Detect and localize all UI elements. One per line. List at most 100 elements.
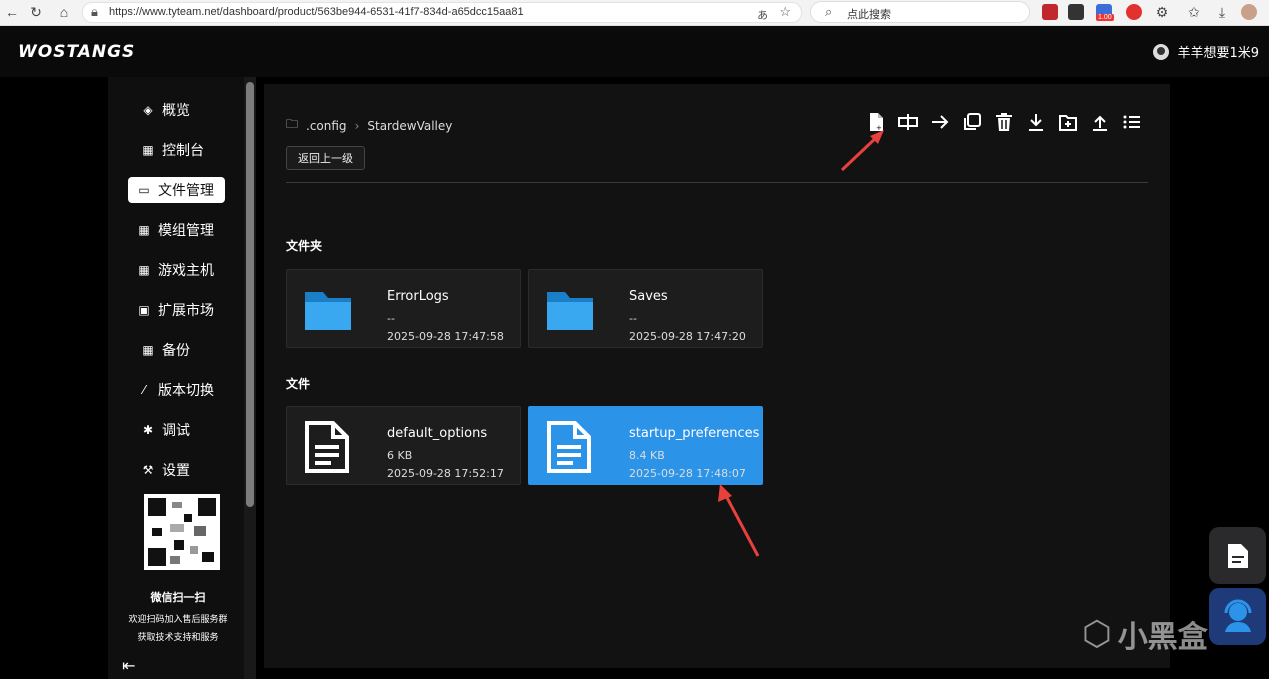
breadcrumb-item[interactable]: .config bbox=[306, 119, 347, 133]
sidebar-item-backup[interactable]: ▦ 备份 bbox=[128, 337, 225, 363]
file-card-startup-preferences[interactable]: startup_preferences 8.4 KB 2025-09-28 17… bbox=[528, 406, 763, 485]
folder-date: 2025-09-28 17:47:58 bbox=[387, 330, 504, 343]
list-view-icon[interactable] bbox=[1122, 112, 1142, 132]
svg-text:+: + bbox=[876, 124, 882, 132]
home-icon[interactable]: ⌂ bbox=[56, 4, 72, 20]
floating-support-button[interactable] bbox=[1209, 588, 1266, 645]
document-icon bbox=[547, 421, 597, 473]
sidebar-item-files[interactable]: ▭ 文件管理 bbox=[128, 177, 225, 203]
search-placeholder: 点此搜索 bbox=[847, 9, 891, 21]
wechat-qr-code bbox=[144, 494, 220, 570]
address-bar[interactable]: 🔒︎ https://www.tyteam.net/dashboard/prod… bbox=[82, 2, 802, 23]
file-size: 8.4 KB bbox=[629, 449, 665, 462]
translate-icon[interactable]: ぁ bbox=[756, 4, 769, 23]
download-icon[interactable] bbox=[1026, 112, 1046, 132]
url-text: https://www.tyteam.net/dashboard/product… bbox=[109, 6, 524, 18]
sidebar-item-label: 控制台 bbox=[162, 143, 204, 159]
extension-face-icon[interactable] bbox=[1068, 4, 1084, 20]
upload-icon[interactable] bbox=[1090, 112, 1110, 132]
copy-icon[interactable] bbox=[962, 112, 982, 132]
back-arrow-icon[interactable]: ← bbox=[4, 4, 20, 20]
sidebar-item-settings[interactable]: ⚒ 设置 bbox=[128, 457, 225, 483]
sidebar-item-label: 概览 bbox=[162, 103, 190, 119]
chevron-right-icon: › bbox=[354, 118, 360, 133]
folder-outline-icon: 🗀︎ bbox=[286, 117, 299, 131]
refresh-icon[interactable]: ↻ bbox=[28, 4, 44, 20]
file-manager-panel bbox=[264, 84, 1170, 668]
wrench-icon: ⚒ bbox=[142, 463, 154, 477]
document-icon bbox=[1228, 544, 1248, 568]
breadcrumb: 🗀︎ .config › StardewValley bbox=[286, 115, 452, 136]
favorites-icon[interactable]: ✩ bbox=[1186, 4, 1202, 20]
sidebar-item-label: 文件管理 bbox=[158, 183, 214, 199]
qr-caption-line1: 欢迎扫码加入售后服务群 bbox=[128, 615, 228, 625]
new-folder-icon[interactable] bbox=[1058, 112, 1078, 132]
heybox-logo-icon: ⬡ bbox=[1082, 614, 1112, 654]
file-name: default_options bbox=[387, 426, 488, 441]
sidebar-item-overview[interactable]: ◈ 概览 bbox=[128, 97, 225, 123]
qr-caption-line2: 获取技术支持和服务 bbox=[137, 633, 219, 643]
delete-icon[interactable] bbox=[994, 112, 1014, 132]
lock-icon: 🔒︎ bbox=[91, 4, 98, 19]
sidebar-item-label: 扩展市场 bbox=[158, 303, 214, 319]
bug-icon: ✱ bbox=[142, 423, 154, 437]
folder-name: ErrorLogs bbox=[387, 289, 449, 304]
folder-date: 2025-09-28 17:47:20 bbox=[629, 330, 746, 343]
rename-icon[interactable] bbox=[898, 112, 918, 132]
sidebar-item-debug[interactable]: ✱ 调试 bbox=[128, 417, 225, 443]
grid-icon: ▦ bbox=[142, 143, 154, 157]
folder-icon: ▭ bbox=[138, 183, 150, 197]
file-date: 2025-09-28 17:52:17 bbox=[387, 467, 504, 480]
extension-red-icon[interactable] bbox=[1042, 4, 1058, 20]
folder-card-errorlogs[interactable]: ErrorLogs -- 2025-09-28 17:47:58 bbox=[286, 269, 521, 348]
folder-icon bbox=[303, 286, 353, 332]
username: 羊羊想要1米9 bbox=[1177, 46, 1259, 61]
user-menu[interactable]: 羊羊想要1米9 bbox=[1153, 42, 1259, 61]
browser-search-box[interactable]: ⌕ 点此搜索 bbox=[810, 1, 1030, 23]
bookmark-star-icon[interactable]: ☆ bbox=[779, 4, 791, 20]
sidebar-item-version[interactable]: ⁄ 版本切换 bbox=[128, 377, 225, 403]
browser-toolbar: ← ↻ ⌂ 🔒︎ https://www.tyteam.net/dashboar… bbox=[0, 0, 1269, 26]
file-name: startup_preferences bbox=[629, 426, 760, 441]
folder-card-saves[interactable]: Saves -- 2025-09-28 17:47:20 bbox=[528, 269, 763, 348]
document-icon bbox=[305, 421, 355, 473]
file-card-default-options[interactable]: default_options 6 KB 2025-09-28 17:52:17 bbox=[286, 406, 521, 485]
divider bbox=[286, 182, 1148, 183]
collapse-sidebar-icon[interactable]: ⇤ bbox=[122, 656, 135, 675]
sidebar-item-mods[interactable]: ▦ 模组管理 bbox=[128, 217, 225, 243]
grid-icon: ▦ bbox=[138, 263, 150, 277]
user-avatar-icon bbox=[1153, 43, 1170, 60]
grid-icon: ▦ bbox=[142, 343, 154, 357]
sidebar-item-market[interactable]: ▣ 扩展市场 bbox=[128, 297, 225, 323]
back-up-button[interactable]: 返回上一级 bbox=[286, 146, 365, 170]
sidebar-item-console[interactable]: ▦ 控制台 bbox=[128, 137, 225, 163]
site-logo[interactable]: WOSTANGS bbox=[18, 42, 135, 62]
folder-size: -- bbox=[629, 312, 637, 325]
extensions-puzzle-icon[interactable]: ⚙ bbox=[1154, 4, 1170, 20]
sidebar-item-label: 调试 bbox=[162, 423, 190, 439]
file-size: 6 KB bbox=[387, 449, 413, 462]
watermark: ⬡ 小黑盒 bbox=[1082, 612, 1208, 656]
files-heading: 文件 bbox=[286, 377, 311, 391]
download-manager-icon[interactable]: ⤓ bbox=[1214, 4, 1230, 20]
folder-name: Saves bbox=[629, 289, 668, 304]
watermark-text: 小黑盒 bbox=[1117, 620, 1208, 655]
search-icon: ⌕ bbox=[825, 4, 833, 19]
folder-size: -- bbox=[387, 312, 395, 325]
sidebar-item-label: 版本切换 bbox=[158, 383, 214, 399]
sidebar-item-label: 游戏主机 bbox=[158, 263, 214, 279]
sidebar-item-label: 设置 bbox=[162, 463, 190, 479]
file-date: 2025-09-28 17:48:07 bbox=[629, 467, 746, 480]
floating-document-button[interactable] bbox=[1209, 527, 1266, 584]
profile-avatar-icon[interactable] bbox=[1241, 4, 1257, 20]
qr-caption-title: 微信扫一扫 bbox=[150, 591, 206, 604]
grid-icon: ▦ bbox=[138, 223, 150, 237]
new-file-icon[interactable]: + bbox=[866, 112, 886, 132]
sidebar-scroll-thumb[interactable] bbox=[246, 82, 254, 507]
breadcrumb-item[interactable]: StardewValley bbox=[367, 119, 452, 133]
folders-heading: 文件夹 bbox=[286, 239, 323, 253]
move-icon[interactable] bbox=[930, 112, 950, 132]
sidebar-item-label: 备份 bbox=[162, 343, 190, 359]
extension-o-icon[interactable] bbox=[1126, 4, 1142, 20]
sidebar-item-game-host[interactable]: ▦ 游戏主机 bbox=[128, 257, 225, 283]
